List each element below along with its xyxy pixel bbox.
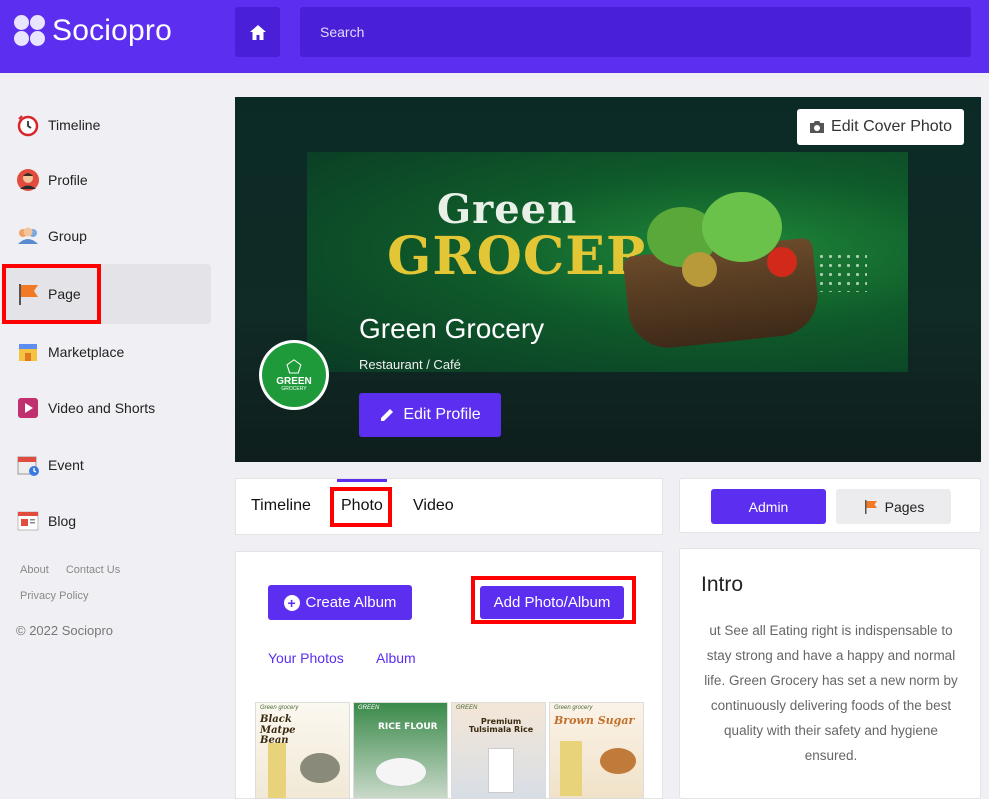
top-navbar: Sociopro [0,0,989,73]
flag-icon [16,282,40,306]
footer-links-2: Privacy Policy [20,590,102,602]
app-name: Sociopro [52,14,173,47]
sidebar-item-blog[interactable]: Blog [6,497,211,545]
sidebar-item-label: Profile [48,172,88,188]
page-title: Green Grocery [359,313,545,344]
app-logo[interactable]: Sociopro [14,14,172,48]
sidebar-item-label: Group [48,228,87,244]
user-avatar-icon [16,168,40,192]
photo-brand: Green grocery [554,705,593,711]
pages-label: Pages [884,498,925,515]
tab-timeline[interactable]: Timeline [251,497,311,515]
photo-title: RICE FLOUR [378,722,438,732]
product-bag [560,741,582,796]
page-category: Restaurant / Café [359,357,461,372]
photo-brand: GREEN [358,705,380,711]
active-tab-indicator [337,479,387,482]
sidebar-item-label: Timeline [48,117,101,133]
intro-card: Intro ut See all Eating right is indispe… [679,548,981,799]
photo-brand: Green grocery [260,705,299,711]
photo-thumbnail[interactable]: GREEN RICE FLOUR [353,702,448,799]
page-avatar[interactable]: ⬠ GREEN GROCERY [259,340,329,410]
sidebar-item-label: Blog [48,513,77,529]
edit-cover-label: Edit Cover Photo [831,118,952,135]
home-icon [249,24,266,40]
group-icon [16,224,40,248]
sidebar-item-timeline[interactable]: Timeline [6,101,211,149]
sidebar: Timeline Profile Group Page Marketplace … [0,73,225,799]
photo-album-panel: + Create Album Add Photo/Album Your Phot… [235,551,663,799]
add-photo-album-button[interactable]: Add Photo/Album [480,586,624,619]
photo-title: Premium Tulsimala Rice [468,717,534,735]
page-role-tabs: Admin Pages [679,478,981,533]
product-bag [268,743,286,798]
tab-video[interactable]: Video [413,497,454,515]
sidebar-item-profile[interactable]: Profile [6,156,211,204]
logo-icon [14,15,46,47]
sidebar-item-group[interactable]: Group [6,212,211,260]
photo-brand: GREEN [456,705,478,711]
product-bowl [300,753,340,783]
sidebar-item-label: Marketplace [48,344,125,360]
photo-thumbnail[interactable]: Green grocery Black Matpe Bean [255,702,350,799]
clock-icon [16,113,40,137]
product-bag [488,748,514,793]
album-tab[interactable]: Album [376,650,416,666]
blog-icon [16,509,40,533]
camera-icon [810,121,825,133]
sidebar-item-label: Event [48,457,84,473]
intro-title: Intro [701,573,744,596]
product-bowl [376,758,426,786]
video-icon [16,396,40,420]
flag-icon [864,499,877,514]
about-link[interactable]: About [20,564,49,576]
privacy-policy-link[interactable]: Privacy Policy [20,590,88,602]
photo-title: Black Matpe Bean [260,714,296,746]
tab-photo[interactable]: Photo [341,497,383,515]
dot-pattern [817,252,867,292]
pencil-icon [381,409,394,421]
edit-cover-photo-button[interactable]: Edit Cover Photo [797,109,964,145]
sidebar-item-label: Page [48,286,81,302]
page-tabs: Timeline Photo Video [235,478,663,535]
create-album-label: Create Album [305,594,397,611]
store-icon [16,340,40,364]
plus-circle-icon: + [283,594,300,611]
avatar-subtext: GROCERY [281,386,307,393]
pages-button[interactable]: Pages [836,489,951,524]
photo-title: Brown Sugar [554,714,635,727]
intro-text: ut See all Eating right is indispensable… [704,623,958,763]
sidebar-item-label: Video and Shorts [48,400,156,416]
your-photos-tab[interactable]: Your Photos [268,650,344,666]
sidebar-item-video-and-shorts[interactable]: Video and Shorts [6,384,211,432]
copyright: © 2022 Sociopro [16,623,114,638]
edit-profile-label: Edit Profile [403,406,481,423]
green-grocery-logo: ⬠ GREEN GROCERY [262,343,326,407]
search-input[interactable] [300,7,971,57]
create-album-button[interactable]: + Create Album [268,585,412,620]
home-button[interactable] [235,7,280,57]
admin-button[interactable]: Admin [711,489,826,524]
sidebar-item-page[interactable]: Page [6,264,211,324]
edit-profile-button[interactable]: Edit Profile [359,393,501,437]
vegetable-shape [682,252,717,287]
photo-thumbnail[interactable]: GREEN Premium Tulsimala Rice [451,702,546,799]
cover-photo: Green GROCERY Edit Cover Photo ⬠ GREEN G… [235,97,981,462]
contact-us-link[interactable]: Contact Us [66,564,120,576]
vegetable-shape [767,247,797,277]
sidebar-item-event[interactable]: Event [6,441,211,489]
footer-links: About Contact Us [20,564,134,576]
photo-thumbnail[interactable]: Green grocery Brown Sugar [549,702,644,799]
calendar-icon [16,453,40,477]
sidebar-item-marketplace[interactable]: Marketplace [6,328,211,376]
product-bowl [600,748,636,774]
